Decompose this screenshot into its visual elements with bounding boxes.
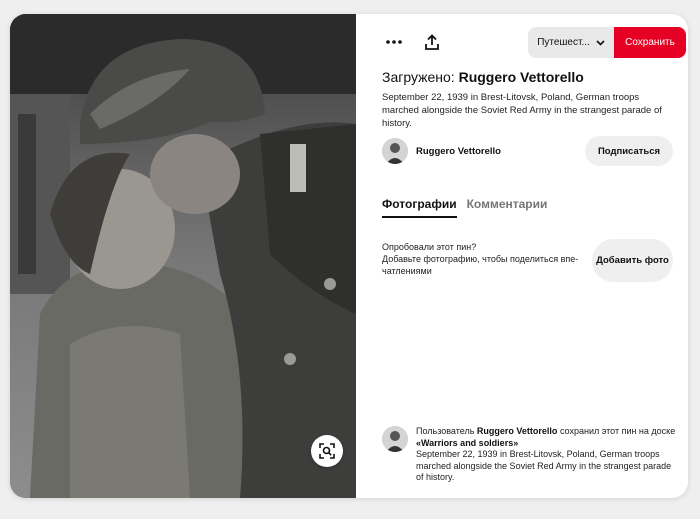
photo-scene (10, 14, 356, 498)
pin-image[interactable] (10, 14, 356, 498)
tab-photos[interactable]: Фотографии (382, 197, 457, 218)
chevron-down-icon (596, 39, 605, 46)
tabs: Фотографии Комментарии (382, 197, 547, 218)
saved-description: September 22, 1939 in Brest-Litovsk, Pol… (416, 449, 672, 482)
author-name[interactable]: Ruggero Vettorello (416, 146, 501, 157)
pin-title: Загружено: Ruggero Vettorello (382, 69, 584, 85)
tried-prompt: Опробовали этот пин? Добавьте фотографию… (382, 241, 588, 277)
avatar[interactable] (382, 426, 408, 452)
board-select[interactable]: Путешест... (528, 27, 614, 58)
tab-comments[interactable]: Комментарии (467, 197, 548, 218)
more-horizontal-icon (386, 40, 402, 44)
board-select-label: Путешест... (537, 37, 590, 48)
share-button[interactable] (420, 30, 444, 54)
saved-middle: сохранил этот пин на доске (559, 426, 676, 436)
saved-prefix: Пользователь (416, 426, 475, 436)
pin-card: Путешест... Сохранить Загружено: Ruggero… (10, 14, 688, 498)
saved-user[interactable]: Ruggero Vettorello (477, 426, 558, 436)
subscribe-button[interactable]: Подписаться (585, 136, 673, 166)
saved-by: Пользователь Ruggero Vettorello сохранил… (382, 426, 678, 484)
title-prefix: Загружено: (382, 69, 455, 85)
pin-description: September 22, 1939 in Brest-Litovsk, Pol… (382, 92, 662, 129)
visual-search-icon (319, 443, 335, 459)
save-button[interactable]: Сохранить (614, 27, 686, 58)
author-row: Ruggero Vettorello (382, 138, 501, 164)
avatar-image (382, 138, 408, 164)
pin-toolbar (382, 30, 444, 54)
more-options-button[interactable] (382, 30, 406, 54)
saved-text: Пользователь Ruggero Vettorello сохранил… (416, 426, 678, 484)
tried-line1: Опробовали этот пин? (382, 242, 477, 252)
tried-line2: Добавьте фотографию, чтобы поделиться вп… (382, 254, 579, 276)
saved-board[interactable]: «Warriors and soldiers» (416, 438, 518, 448)
add-photo-button[interactable]: Добавить фото (592, 239, 673, 282)
share-upload-icon (425, 34, 439, 50)
avatar-image (382, 426, 408, 452)
visual-search-button[interactable] (311, 435, 343, 467)
avatar[interactable] (382, 138, 408, 164)
title-user[interactable]: Ruggero Vettorello (459, 69, 584, 85)
pin-details: Путешест... Сохранить Загружено: Ruggero… (356, 14, 688, 498)
